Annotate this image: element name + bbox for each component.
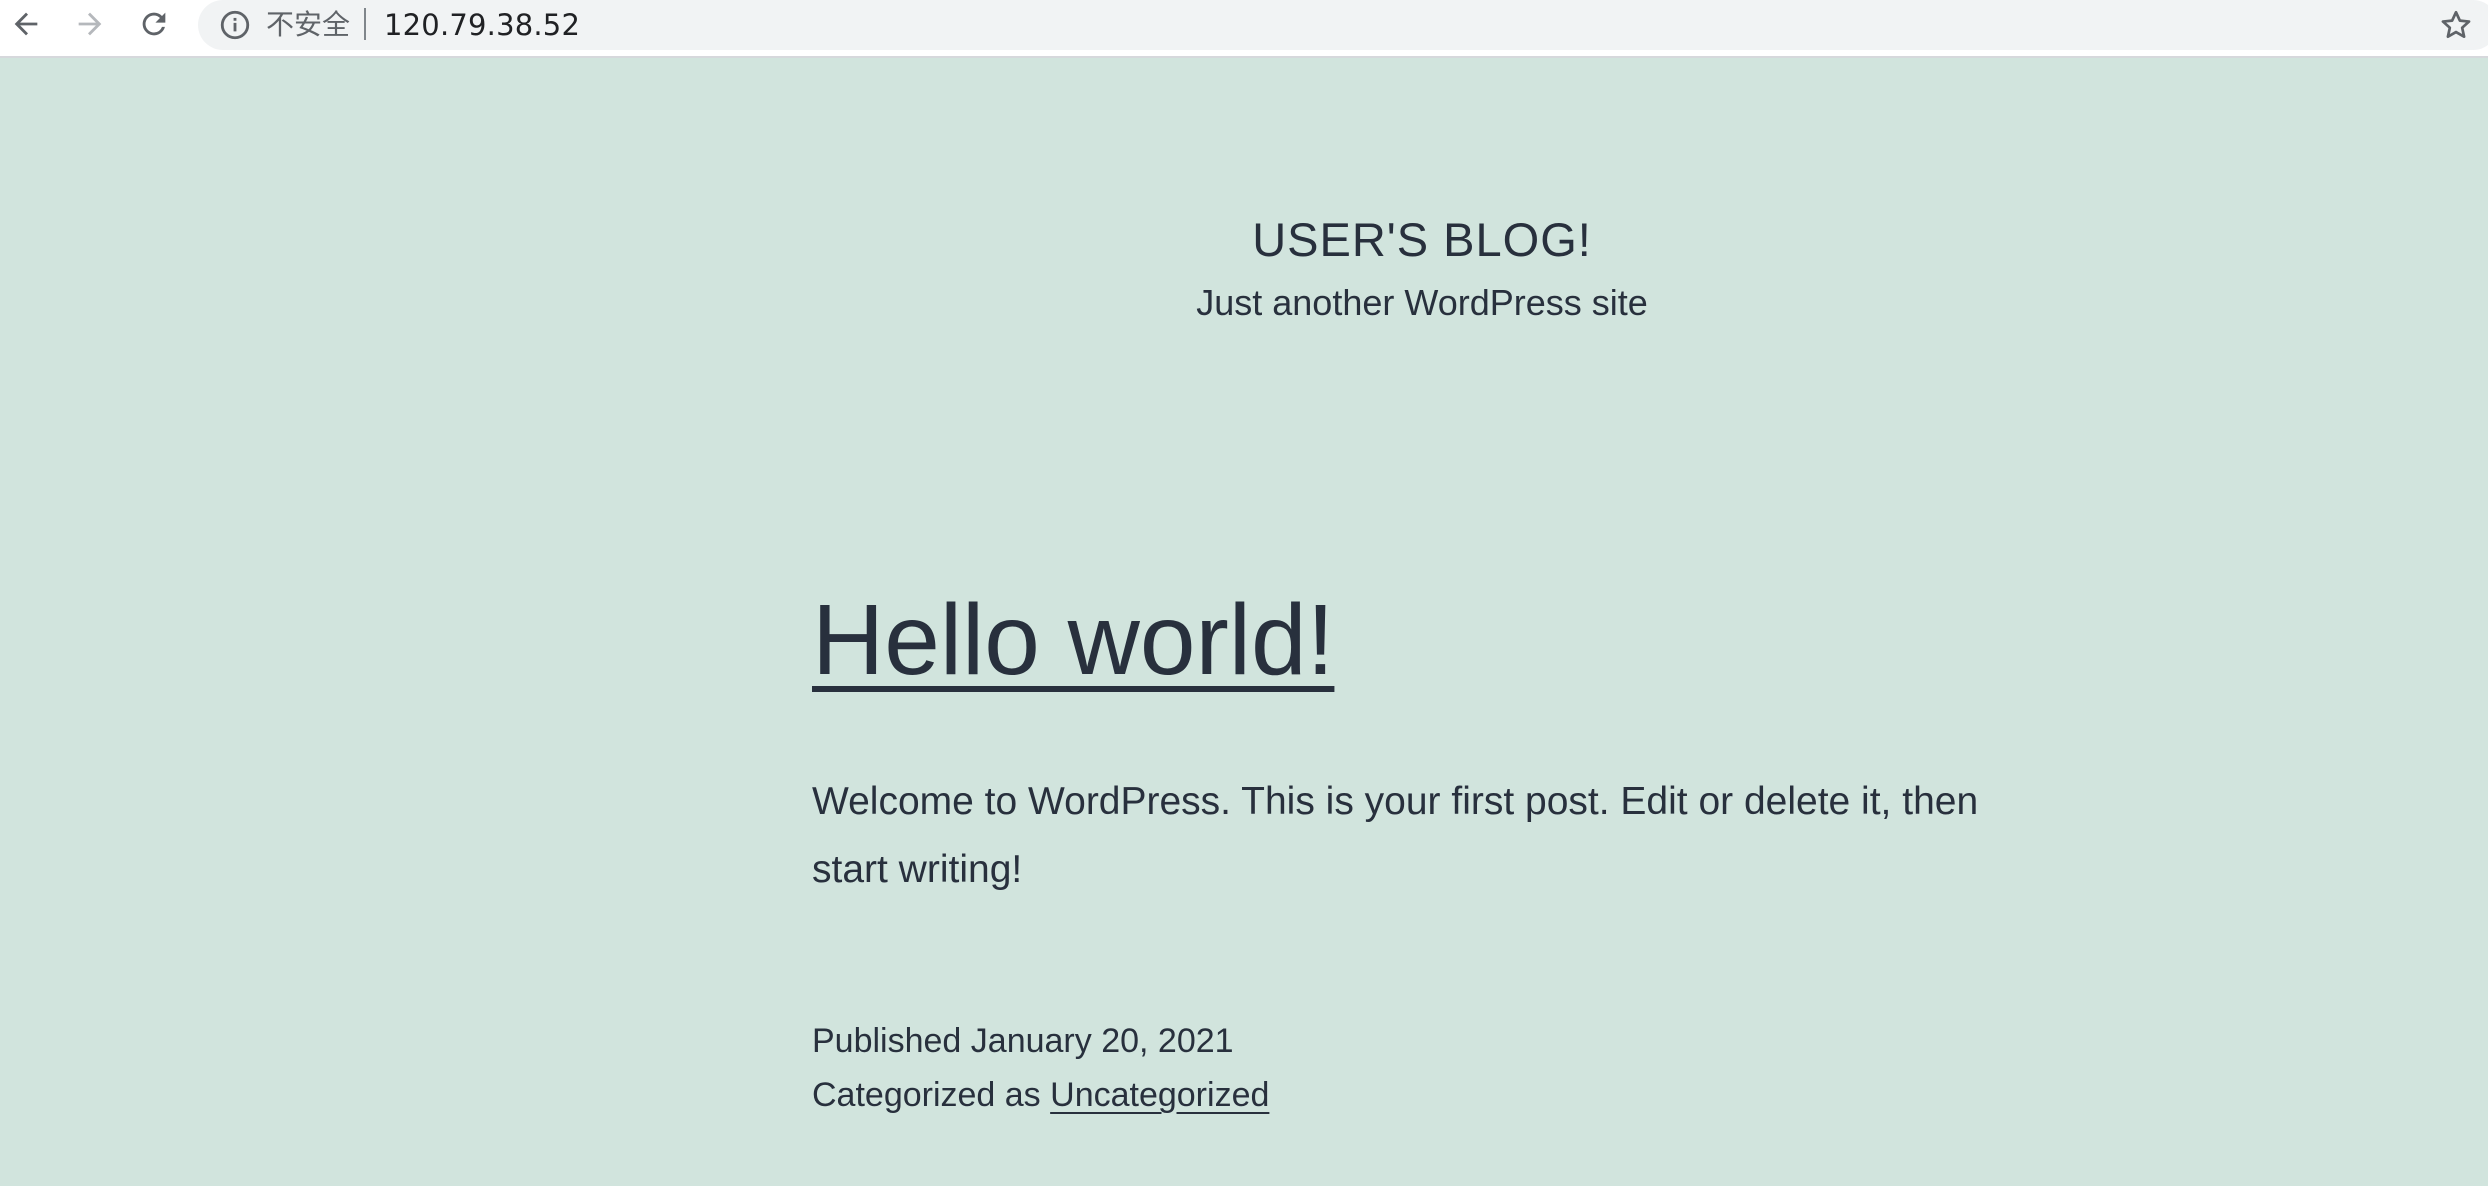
post-content: Welcome to WordPress. This is your first… (812, 780, 1979, 891)
post-entry: Hello world! Welcome to WordPress. This … (812, 580, 2032, 1122)
post-title: Hello world! (812, 580, 2032, 700)
published-prefix: Published (812, 1022, 962, 1060)
published-line: Published January 20, 2021 (812, 1014, 2032, 1068)
omnibox-divider (364, 8, 366, 40)
info-icon[interactable] (218, 8, 252, 42)
security-label[interactable]: 不安全 (266, 6, 350, 44)
category-link[interactable]: Uncategorized (1050, 1076, 1269, 1114)
site-description: Just another WordPress site (1196, 282, 1648, 323)
address-bar[interactable]: 不安全 120.79.38.52 G 文 (198, 0, 2488, 50)
forward-button[interactable] (66, 2, 114, 46)
post-meta: Published January 20, 2021 Categorized a… (812, 1014, 2032, 1122)
browser-toolbar: 不安全 120.79.38.52 G 文 (0, 0, 2488, 58)
reload-icon (142, 12, 166, 36)
back-button[interactable] (2, 2, 50, 46)
forward-icon (78, 12, 102, 36)
back-icon (14, 12, 38, 36)
star-icon[interactable] (2438, 7, 2474, 43)
url-text[interactable]: 120.79.38.52 (384, 6, 580, 44)
site-header: USER'S BLOG! Just another WordPress site (0, 210, 2488, 328)
post-title-link[interactable]: Hello world! (812, 584, 1334, 696)
category-line: Categorized as Uncategorized (812, 1068, 2032, 1122)
site-title[interactable]: USER'S BLOG! (0, 210, 2488, 270)
published-date: January 20, 2021 (970, 1022, 1234, 1060)
reload-button[interactable] (130, 2, 178, 46)
category-prefix: Categorized as (812, 1076, 1041, 1114)
